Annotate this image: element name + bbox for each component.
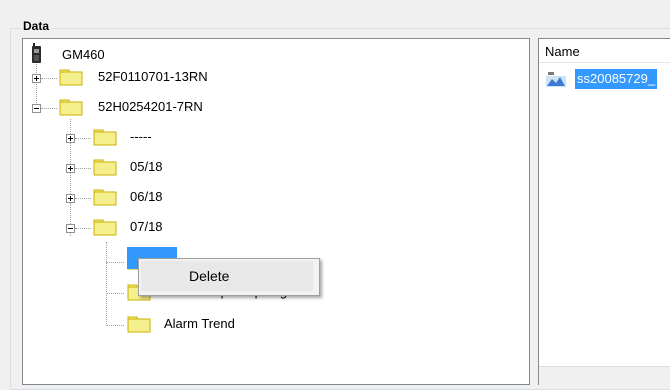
context-menu: Delete	[138, 258, 320, 296]
folder-icon	[127, 316, 151, 333]
folder-icon	[59, 99, 83, 116]
tree-node-dashes[interactable]: -----	[23, 128, 223, 150]
expand-icon[interactable]	[66, 194, 75, 203]
collapse-icon[interactable]	[66, 224, 75, 233]
folder-icon	[93, 189, 117, 206]
list-item-label[interactable]: ss20085729_	[575, 69, 658, 89]
tree-node-52f0110701[interactable]: 52F0110701-13RN	[23, 68, 243, 90]
tree-node-label: 52H0254201-7RN	[98, 99, 203, 114]
expand-icon[interactable]	[66, 164, 75, 173]
tree-node-52h0254201[interactable]: 52H0254201-7RN	[23, 98, 243, 120]
tree-node-label: Alarm Trend	[164, 316, 235, 331]
tree-node-label: 06/18	[130, 189, 163, 204]
expand-icon[interactable]	[32, 74, 41, 83]
collapse-icon[interactable]	[32, 104, 41, 113]
tree-node-06-18[interactable]: 06/18	[23, 188, 223, 210]
column-header-label: Name	[545, 44, 580, 59]
snapshot-file-icon	[546, 72, 566, 87]
tree-node-device[interactable]: GM460	[23, 43, 223, 65]
folder-icon	[93, 159, 117, 176]
tree-node-07-18[interactable]: 07/18	[23, 218, 223, 240]
file-list[interactable]: Name ss20085729_	[538, 38, 670, 385]
tree-node-label: -----	[130, 129, 152, 144]
menu-item-label: Delete	[189, 268, 230, 284]
data-group-title: Data	[20, 19, 53, 33]
expand-icon[interactable]	[66, 134, 75, 143]
tree-view[interactable]: GM460 52F0110701-13RN 52H0254201-7RN ---…	[22, 38, 530, 385]
tree-node-label: GM460	[62, 47, 105, 62]
folder-icon	[93, 219, 117, 236]
delete-menu-item[interactable]: Delete	[141, 261, 313, 291]
tree-node-05-18[interactable]: 05/18	[23, 158, 223, 180]
folder-icon	[93, 129, 117, 146]
tree-node-label: 52F0110701-13RN	[98, 69, 208, 84]
tree-node-alarm-trend[interactable]: Alarm Trend	[23, 315, 323, 337]
tree-node-label: 07/18	[130, 219, 163, 234]
device-icon	[32, 43, 41, 63]
folder-icon	[59, 69, 83, 86]
tree-node-label: 05/18	[130, 159, 163, 174]
column-header-name[interactable]: Name	[539, 39, 670, 63]
